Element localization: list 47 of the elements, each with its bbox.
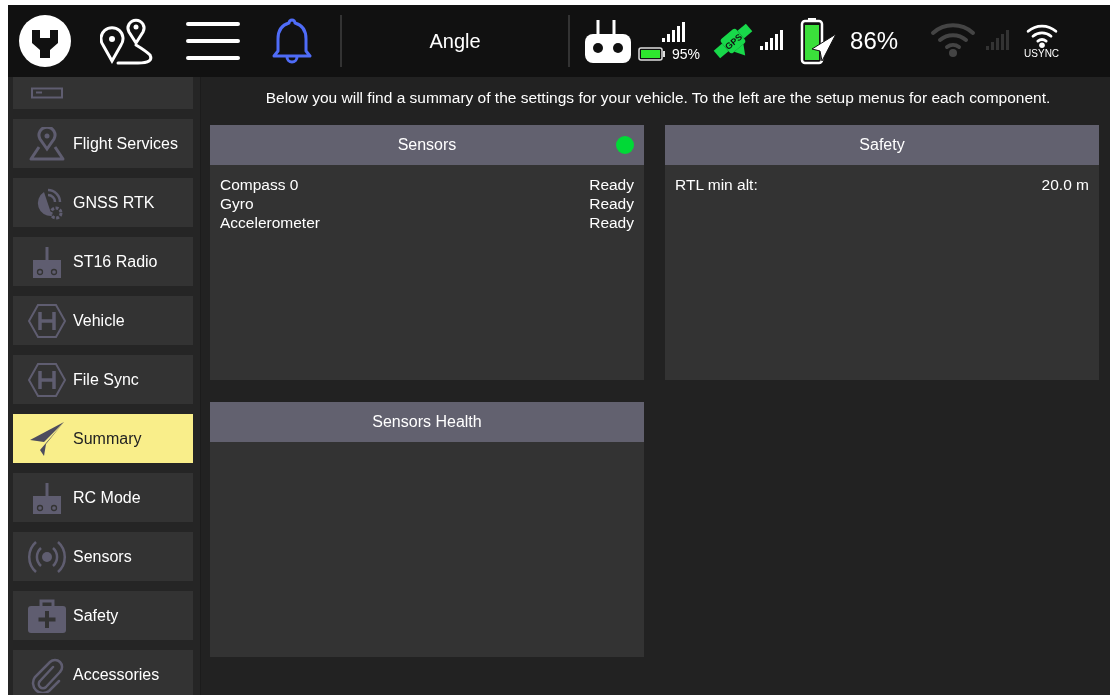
sidebar-item[interactable]: Sensors	[13, 532, 193, 581]
remote-controller-icon	[584, 18, 632, 64]
signal-bars-icon	[986, 28, 1011, 50]
setting-label: RTL min alt:	[675, 175, 758, 194]
signal-bars-icon	[662, 20, 686, 42]
flight-mode-selector[interactable]: Angle	[429, 29, 481, 53]
setting-value: Ready	[589, 175, 634, 194]
menu-icon[interactable]	[186, 20, 240, 62]
remote-controller-icon	[32, 480, 62, 515]
panel-title: Sensors Health	[372, 413, 482, 431]
logo-icon[interactable]	[18, 14, 72, 68]
setting-label: Gyro	[220, 194, 254, 213]
first-aid-kit-icon	[27, 597, 67, 634]
setting-label: Accelerometer	[220, 213, 320, 232]
sidebar-item[interactable]: Flight Services	[13, 119, 193, 168]
sidebar-item[interactable]: ST16 Radio	[13, 237, 193, 286]
map-pin-icon	[27, 126, 67, 161]
sidebar-item[interactable]: RC Mode	[13, 473, 193, 522]
battery-plane-icon	[800, 17, 839, 65]
hexagon-h-icon	[27, 302, 67, 339]
router-icon	[30, 86, 64, 99]
setting-value: 20.0 m	[1041, 175, 1089, 194]
hexagon-h-icon	[27, 361, 67, 398]
sidebar-item[interactable]: File Sync	[13, 355, 193, 404]
paper-plane-icon	[28, 419, 66, 458]
sidebar-item[interactable]: Vehicle	[13, 296, 193, 345]
panel-title: Sensors	[397, 136, 457, 154]
paperclip-icon	[29, 656, 65, 693]
broadcast-icon	[27, 538, 67, 575]
sidebar-item[interactable]: Accessories	[13, 650, 193, 695]
setting-value: Ready	[589, 194, 634, 213]
remote-controller-icon	[32, 244, 62, 279]
sidebar-item[interactable]: Summary	[13, 414, 193, 463]
battery-icon	[638, 47, 666, 61]
setting-label: Compass 0	[220, 175, 299, 194]
setting-value: Ready	[589, 213, 634, 232]
remote-battery-percent: 95%	[672, 46, 701, 62]
wifi-icon	[930, 21, 977, 57]
signal-bars-icon	[760, 28, 785, 50]
wifi-icon	[1025, 23, 1058, 48]
wifi-network-name: USYNC	[1024, 48, 1060, 59]
sidebar-item[interactable]: Safety	[13, 591, 193, 640]
intro-text: Below you will find a summary of the settings for your vehicle. To the left are the setup menus for each component.	[264, 88, 1052, 108]
sidebar-item[interactable]: GNSS RTK	[13, 178, 193, 227]
panel-title: Safety	[859, 136, 905, 154]
vehicle-battery-percent: 86%	[850, 27, 899, 55]
bell-icon[interactable]	[272, 17, 312, 65]
